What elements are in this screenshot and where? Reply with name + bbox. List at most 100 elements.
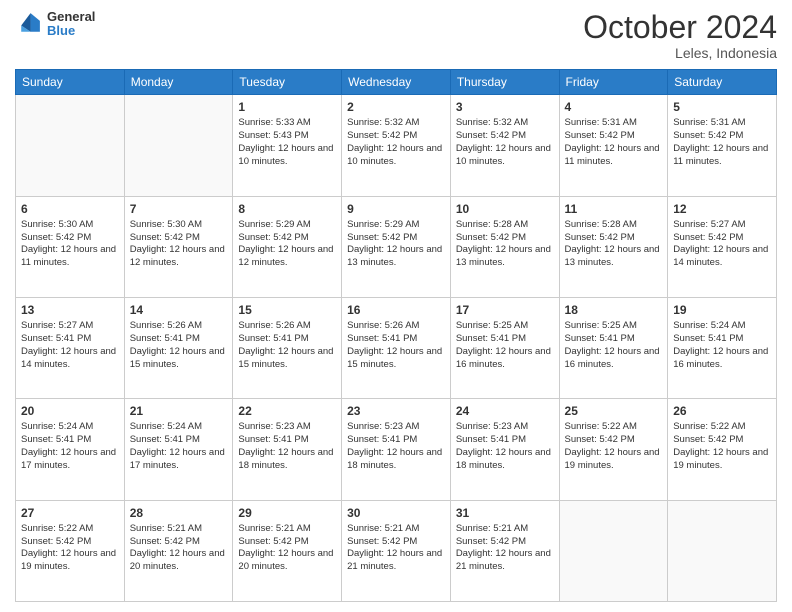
day-number: 10 [456,201,554,217]
day-number: 23 [347,403,445,419]
calendar-cell: 5 Sunrise: 5:31 AM Sunset: 5:42 PM Daylig… [668,95,777,196]
calendar-cell: 28 Sunrise: 5:21 AM Sunset: 5:42 PM Dayli… [124,500,233,601]
day-info: Sunrise: 5:26 AM Sunset: 5:41 PM Dayligh… [347,320,445,371]
calendar-cell: 18 Sunrise: 5:25 AM Sunset: 5:41 PM Dayli… [559,297,668,398]
day-info: Sunrise: 5:30 AM Sunset: 5:42 PM Dayligh… [130,219,228,270]
page: General Blue October 2024 Leles, Indones… [0,0,792,612]
header-day-saturday: Saturday [668,70,777,95]
calendar-cell: 11 Sunrise: 5:28 AM Sunset: 5:42 PM Dayli… [559,196,668,297]
logo-line2: Blue [47,24,95,38]
day-info: Sunrise: 5:29 AM Sunset: 5:42 PM Dayligh… [347,219,445,270]
calendar-cell [668,500,777,601]
calendar-cell: 15Sunrise: 5:26 AM Sunset: 5:41 PM Dayli… [233,297,342,398]
day-info: Sunrise: 5:28 AM Sunset: 5:42 PM Dayligh… [565,219,663,270]
calendar-week-3: 13Sunrise: 5:27 AM Sunset: 5:41 PM Dayli… [16,297,777,398]
calendar-cell: 25 Sunrise: 5:22 AM Sunset: 5:42 PM Dayli… [559,399,668,500]
calendar-cell: 6Sunrise: 5:30 AM Sunset: 5:42 PM Daylig… [16,196,125,297]
calendar-cell: 21Sunrise: 5:24 AM Sunset: 5:41 PM Dayli… [124,399,233,500]
calendar-week-4: 20Sunrise: 5:24 AM Sunset: 5:41 PM Dayli… [16,399,777,500]
calendar-week-1: 1 Sunrise: 5:33 AM Sunset: 5:43 PM Daylig… [16,95,777,196]
day-number: 28 [130,505,228,521]
header-day-wednesday: Wednesday [342,70,451,95]
calendar-cell: 30Sunrise: 5:21 AM Sunset: 5:42 PM Dayli… [342,500,451,601]
header-day-monday: Monday [124,70,233,95]
day-number: 31 [456,505,554,521]
calendar-header-row: SundayMondayTuesdayWednesdayThursdayFrid… [16,70,777,95]
calendar-cell: 14Sunrise: 5:26 AM Sunset: 5:41 PM Dayli… [124,297,233,398]
calendar-cell: 13Sunrise: 5:27 AM Sunset: 5:41 PM Dayli… [16,297,125,398]
day-info: Sunrise: 5:22 AM Sunset: 5:42 PM Dayligh… [21,523,119,574]
logo: General Blue [15,10,95,39]
day-info: Sunrise: 5:31 AM Sunset: 5:42 PM Dayligh… [565,117,663,168]
day-info: Sunrise: 5:27 AM Sunset: 5:42 PM Dayligh… [673,219,771,270]
logo-icon [15,10,43,38]
day-info: Sunrise: 5:30 AM Sunset: 5:42 PM Dayligh… [21,219,119,270]
calendar-cell: 17 Sunrise: 5:25 AM Sunset: 5:41 PM Dayli… [450,297,559,398]
day-info: Sunrise: 5:22 AM Sunset: 5:42 PM Dayligh… [673,421,771,472]
day-number: 16 [347,302,445,318]
day-number: 3 [456,99,554,115]
day-number: 11 [565,201,663,217]
day-info: Sunrise: 5:21 AM Sunset: 5:42 PM Dayligh… [456,523,554,574]
day-number: 2 [347,99,445,115]
calendar-cell: 16 Sunrise: 5:26 AM Sunset: 5:41 PM Dayli… [342,297,451,398]
day-number: 7 [130,201,228,217]
header: General Blue October 2024 Leles, Indones… [15,10,777,61]
calendar-cell: 26Sunrise: 5:22 AM Sunset: 5:42 PM Dayli… [668,399,777,500]
day-info: Sunrise: 5:28 AM Sunset: 5:42 PM Dayligh… [456,219,554,270]
day-info: Sunrise: 5:21 AM Sunset: 5:42 PM Dayligh… [130,523,228,574]
calendar-cell: 2 Sunrise: 5:32 AM Sunset: 5:42 PM Daylig… [342,95,451,196]
calendar-cell [559,500,668,601]
calendar-cell: 24 Sunrise: 5:23 AM Sunset: 5:41 PM Dayli… [450,399,559,500]
calendar-cell: 4 Sunrise: 5:31 AM Sunset: 5:42 PM Daylig… [559,95,668,196]
day-info: Sunrise: 5:21 AM Sunset: 5:42 PM Dayligh… [238,523,336,574]
day-number: 14 [130,302,228,318]
calendar-cell: 7 Sunrise: 5:30 AM Sunset: 5:42 PM Daylig… [124,196,233,297]
header-day-friday: Friday [559,70,668,95]
day-number: 18 [565,302,663,318]
day-number: 1 [238,99,336,115]
day-info: Sunrise: 5:29 AM Sunset: 5:42 PM Dayligh… [238,219,336,270]
calendar-cell: 27 Sunrise: 5:22 AM Sunset: 5:42 PM Dayli… [16,500,125,601]
day-number: 25 [565,403,663,419]
day-number: 17 [456,302,554,318]
title-block: October 2024 Leles, Indonesia [583,10,777,61]
calendar-cell: 9Sunrise: 5:29 AM Sunset: 5:42 PM Daylig… [342,196,451,297]
day-number: 15 [238,302,336,318]
calendar-title: October 2024 [583,10,777,45]
day-number: 5 [673,99,771,115]
calendar-week-2: 6Sunrise: 5:30 AM Sunset: 5:42 PM Daylig… [16,196,777,297]
day-number: 8 [238,201,336,217]
calendar-cell: 10 Sunrise: 5:28 AM Sunset: 5:42 PM Dayli… [450,196,559,297]
day-number: 12 [673,201,771,217]
day-info: Sunrise: 5:24 AM Sunset: 5:41 PM Dayligh… [130,421,228,472]
day-info: Sunrise: 5:31 AM Sunset: 5:42 PM Dayligh… [673,117,771,168]
calendar-cell [16,95,125,196]
day-info: Sunrise: 5:22 AM Sunset: 5:42 PM Dayligh… [565,421,663,472]
day-info: Sunrise: 5:32 AM Sunset: 5:42 PM Dayligh… [456,117,554,168]
header-day-thursday: Thursday [450,70,559,95]
day-info: Sunrise: 5:25 AM Sunset: 5:41 PM Dayligh… [565,320,663,371]
day-info: Sunrise: 5:27 AM Sunset: 5:41 PM Dayligh… [21,320,119,371]
day-number: 24 [456,403,554,419]
calendar-cell: 23Sunrise: 5:23 AM Sunset: 5:41 PM Dayli… [342,399,451,500]
day-number: 22 [238,403,336,419]
day-info: Sunrise: 5:25 AM Sunset: 5:41 PM Dayligh… [456,320,554,371]
day-info: Sunrise: 5:23 AM Sunset: 5:41 PM Dayligh… [238,421,336,472]
day-number: 4 [565,99,663,115]
calendar-week-5: 27 Sunrise: 5:22 AM Sunset: 5:42 PM Dayli… [16,500,777,601]
calendar-cell: 31 Sunrise: 5:21 AM Sunset: 5:42 PM Dayli… [450,500,559,601]
calendar-cell [124,95,233,196]
calendar-cell: 1 Sunrise: 5:33 AM Sunset: 5:43 PM Daylig… [233,95,342,196]
logo-text: General Blue [47,10,95,39]
day-info: Sunrise: 5:33 AM Sunset: 5:43 PM Dayligh… [238,117,336,168]
calendar-cell: 19Sunrise: 5:24 AM Sunset: 5:41 PM Dayli… [668,297,777,398]
day-info: Sunrise: 5:24 AM Sunset: 5:41 PM Dayligh… [21,421,119,472]
calendar-table: SundayMondayTuesdayWednesdayThursdayFrid… [15,69,777,602]
header-day-sunday: Sunday [16,70,125,95]
day-info: Sunrise: 5:23 AM Sunset: 5:41 PM Dayligh… [456,421,554,472]
calendar-cell: 29Sunrise: 5:21 AM Sunset: 5:42 PM Dayli… [233,500,342,601]
calendar-cell: 20Sunrise: 5:24 AM Sunset: 5:41 PM Dayli… [16,399,125,500]
day-info: Sunrise: 5:32 AM Sunset: 5:42 PM Dayligh… [347,117,445,168]
day-number: 27 [21,505,119,521]
